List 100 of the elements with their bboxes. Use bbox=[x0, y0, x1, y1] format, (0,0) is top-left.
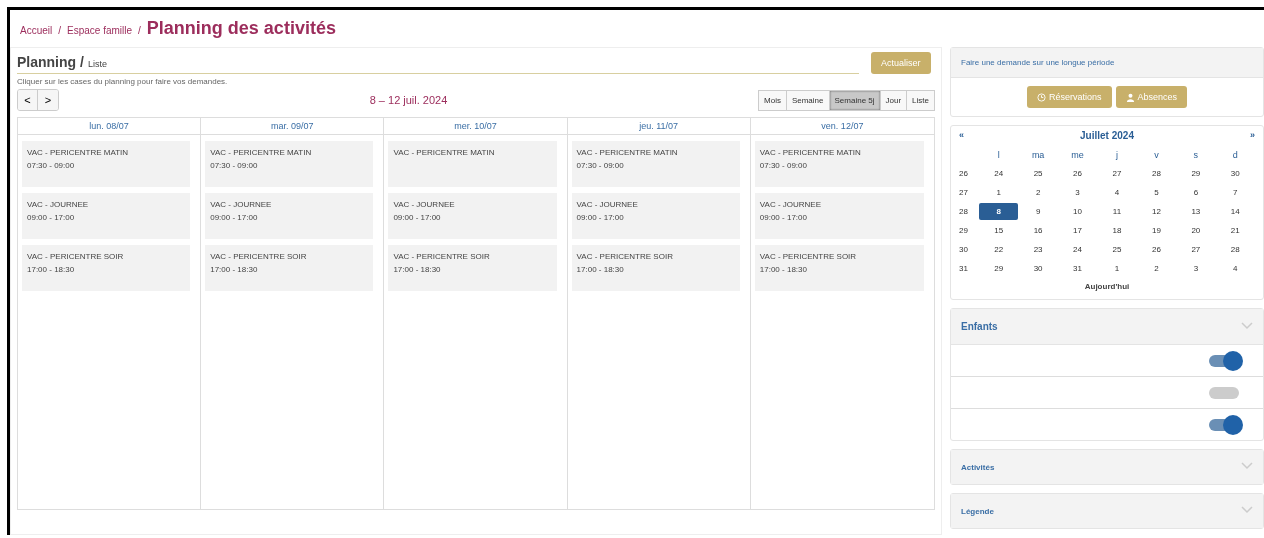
calendar-day[interactable]: 19 bbox=[1136, 222, 1177, 239]
calendar-day[interactable]: 27 bbox=[1097, 165, 1137, 182]
activity-slot[interactable]: VAC - PERICENTRE MATIN bbox=[388, 141, 557, 187]
chevron-icon bbox=[1241, 506, 1253, 514]
chevron-icon bbox=[1241, 322, 1253, 330]
activity-slot[interactable]: VAC - PERICENTRE SOIR 17:00 - 18:30 bbox=[388, 245, 557, 291]
calendar-day[interactable]: 9 bbox=[1018, 203, 1058, 220]
calendar-day[interactable]: 30 bbox=[1215, 165, 1255, 182]
calendar-day[interactable]: 6 bbox=[1176, 184, 1216, 201]
clock-icon bbox=[1036, 92, 1046, 102]
calendar-day[interactable]: 15 bbox=[979, 222, 1019, 239]
panel-title[interactable]: Activités bbox=[961, 462, 995, 472]
calendar-day[interactable]: 11 bbox=[1097, 203, 1137, 220]
activity-slot[interactable]: VAC - JOURNEE 09:00 - 17:00 bbox=[388, 193, 557, 239]
calendar-day[interactable]: 25 bbox=[1097, 241, 1137, 258]
calendar-day[interactable]: 26 bbox=[1136, 241, 1177, 258]
calendar-day[interactable]: 20 bbox=[1176, 222, 1216, 239]
weekday-label: l bbox=[996, 149, 1001, 160]
calendar-day[interactable]: 26 bbox=[1057, 165, 1098, 182]
calendar-day[interactable]: 13 bbox=[1176, 203, 1216, 220]
chevron-icon bbox=[1241, 462, 1253, 470]
calendar-day[interactable]: 17 bbox=[1057, 222, 1098, 239]
panel-title[interactable]: Enfants bbox=[961, 321, 998, 332]
calendar-day[interactable]: 31 bbox=[1057, 260, 1098, 277]
activity-slot[interactable]: VAC - JOURNEE 09:00 - 17:00 bbox=[754, 193, 924, 239]
calendar-day[interactable]: 29 bbox=[1176, 165, 1216, 182]
week-number: 28 bbox=[959, 207, 969, 216]
calendar-day[interactable]: 2 bbox=[1018, 184, 1058, 201]
activity-slot[interactable]: VAC - PERICENTRE SOIR 17:00 - 18:30 bbox=[22, 245, 191, 291]
calendar-day[interactable]: 10 bbox=[1057, 203, 1098, 220]
calendar-day[interactable]: 5 bbox=[1136, 184, 1177, 201]
weekday-label: v bbox=[1153, 149, 1160, 160]
weekday-label: s bbox=[1192, 149, 1200, 160]
month-title[interactable]: Juillet 2024 bbox=[1080, 130, 1134, 141]
view-button[interactable]: Liste bbox=[907, 90, 934, 110]
calendar-day[interactable]: 4 bbox=[1215, 260, 1255, 277]
breadcrumb-link[interactable]: Accueil bbox=[20, 25, 53, 36]
view-button[interactable]: Semaine 5j bbox=[829, 90, 881, 110]
activity-slot[interactable]: VAC - PERICENTRE MATIN 07:30 - 09:00 bbox=[754, 141, 924, 187]
calendar-day[interactable]: 24 bbox=[979, 165, 1019, 182]
planning-title: Planning / bbox=[17, 54, 84, 70]
week-number: 30 bbox=[959, 245, 969, 254]
activity-slot[interactable]: VAC - PERICENTRE MATIN 07:30 - 09:00 bbox=[205, 141, 374, 187]
calendar-day[interactable]: 3 bbox=[1176, 260, 1216, 277]
week-number: 31 bbox=[959, 264, 969, 273]
activity-slot[interactable]: VAC - PERICENTRE SOIR 17:00 - 18:30 bbox=[205, 245, 374, 291]
calendar-day[interactable]: 28 bbox=[1136, 165, 1177, 182]
card-title: Faire une demande sur une longue période bbox=[961, 58, 1115, 67]
week-number: 26 bbox=[959, 169, 969, 178]
weekday-label: j bbox=[1114, 149, 1119, 160]
week-number: 27 bbox=[959, 188, 969, 197]
calendar-day[interactable]: 8 bbox=[979, 203, 1019, 220]
calendar-day[interactable]: 24 bbox=[1057, 241, 1098, 258]
breadcrumb-separator: / bbox=[58, 25, 62, 36]
calendar-day[interactable]: 3 bbox=[1057, 184, 1098, 201]
calendar-day[interactable]: 27 bbox=[1176, 241, 1216, 258]
calendar-day[interactable]: 2 bbox=[1136, 260, 1177, 277]
activity-slot[interactable]: VAC - PERICENTRE MATIN 07:30 - 09:00 bbox=[571, 141, 740, 187]
calendar-day[interactable]: 25 bbox=[1018, 165, 1058, 182]
calendar-day[interactable]: 16 bbox=[1018, 222, 1058, 239]
planning-subtitle: Liste bbox=[87, 59, 107, 69]
next-month-button[interactable]: » bbox=[1249, 130, 1255, 141]
activity-slot[interactable]: VAC - PERICENTRE SOIR 17:00 - 18:30 bbox=[571, 245, 740, 291]
view-button[interactable]: Jour bbox=[880, 90, 908, 110]
view-button[interactable]: Mois bbox=[759, 90, 787, 110]
activity-slot[interactable]: VAC - JOURNEE 09:00 - 17:00 bbox=[22, 193, 191, 239]
calendar-day[interactable]: 18 bbox=[1097, 222, 1137, 239]
calendar-day[interactable]: 14 bbox=[1215, 203, 1255, 220]
calendar-day[interactable]: 1 bbox=[979, 184, 1019, 201]
date-range: 8 – 12 juil. 2024 bbox=[368, 94, 449, 106]
previous-button[interactable]: < bbox=[18, 90, 38, 110]
previous-month-button[interactable]: « bbox=[959, 130, 964, 141]
calendar-day[interactable]: 28 bbox=[1215, 241, 1255, 258]
calendar-day[interactable]: 1 bbox=[1097, 260, 1137, 277]
calendar-day[interactable]: 4 bbox=[1097, 184, 1137, 201]
activity-slot[interactable]: VAC - JOURNEE 09:00 - 17:00 bbox=[205, 193, 374, 239]
view-button[interactable]: Semaine bbox=[786, 90, 830, 110]
weekday-label: me bbox=[1070, 149, 1085, 160]
today-button[interactable]: Aujourd'hui bbox=[1084, 282, 1130, 291]
breadcrumb-separator: / bbox=[138, 25, 141, 36]
calendar-day[interactable]: 7 bbox=[1215, 184, 1255, 201]
weekday-label: ma bbox=[1030, 149, 1046, 160]
next-button[interactable]: > bbox=[38, 90, 58, 110]
toggle-switch[interactable] bbox=[1209, 386, 1239, 399]
calendar-day[interactable]: 22 bbox=[979, 241, 1019, 258]
day-header: jeu. 11/07 bbox=[567, 118, 750, 135]
page-title: Planning des activités bbox=[146, 18, 336, 39]
activity-slot[interactable]: VAC - PERICENTRE SOIR 17:00 - 18:30 bbox=[754, 245, 924, 291]
day-header: lun. 08/07 bbox=[18, 118, 201, 135]
day-header: ven. 12/07 bbox=[750, 118, 934, 135]
calendar-day[interactable]: 30 bbox=[1018, 260, 1058, 277]
breadcrumb-link[interactable]: Espace famille bbox=[67, 25, 133, 36]
calendar-day[interactable]: 29 bbox=[979, 260, 1019, 277]
calendar-day[interactable]: 21 bbox=[1215, 222, 1255, 239]
panel-title[interactable]: Légende bbox=[961, 506, 994, 516]
calendar-day[interactable]: 23 bbox=[1018, 241, 1058, 258]
planning-hint: Cliquer sur les cases du planning pour faire vos demandes. bbox=[17, 77, 229, 86]
calendar-day[interactable]: 12 bbox=[1136, 203, 1177, 220]
activity-slot[interactable]: VAC - JOURNEE 09:00 - 17:00 bbox=[571, 193, 740, 239]
activity-slot[interactable]: VAC - PERICENTRE MATIN 07:30 - 09:00 bbox=[22, 141, 191, 187]
